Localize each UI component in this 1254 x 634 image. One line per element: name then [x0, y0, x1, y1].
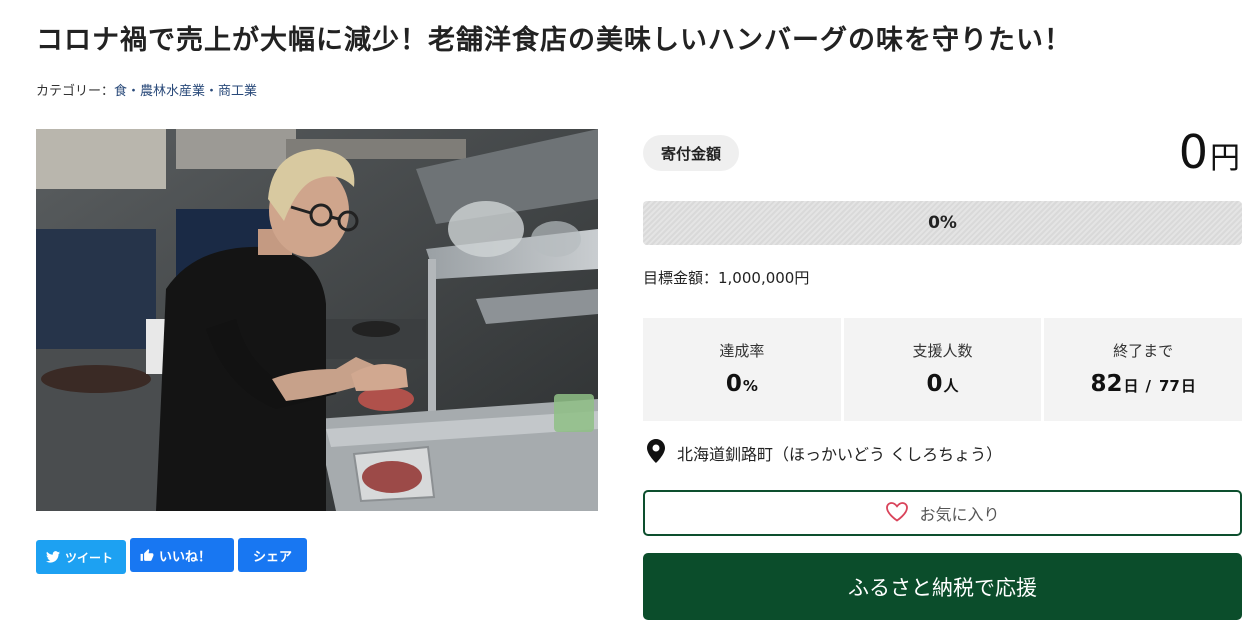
- map-pin-icon: [647, 439, 665, 467]
- remaining-value: 82: [1090, 371, 1123, 397]
- remaining-unit: 日: [1123, 377, 1139, 395]
- tweet-button[interactable]: ツイート: [36, 540, 126, 574]
- like-label: いいね！: [159, 549, 212, 565]
- stat-value: 0人: [926, 371, 958, 397]
- stat-label: 終了まで: [1113, 342, 1174, 360]
- location-text: 北海道釧路町（ほっかいどう くしろちょう）: [677, 445, 1003, 464]
- tweet-label: ツイート: [65, 550, 114, 565]
- supporters-unit: 人: [943, 377, 959, 395]
- category-label: カテゴリー：: [36, 84, 115, 99]
- rate-value: 0: [725, 371, 742, 397]
- support-button[interactable]: ふるさと納税で応援: [643, 553, 1242, 620]
- stat-label: 支援人数: [912, 342, 973, 360]
- stats-grid: 達成率 0% 支援人数 0人 終了まで 82 日/77 日: [643, 318, 1243, 421]
- favorite-button[interactable]: お気に入り: [643, 490, 1242, 536]
- category-links[interactable]: 食・農林水産業・商工業: [114, 84, 257, 99]
- stat-label: 達成率: [719, 342, 765, 360]
- share-button[interactable]: シェア: [238, 538, 307, 572]
- thumbs-up-icon: [140, 548, 154, 562]
- stat-value: 0%: [726, 371, 758, 397]
- supporters-value: 0: [926, 371, 943, 397]
- rate-unit: %: [742, 377, 758, 395]
- donation-panel: 寄付金額 0円 0% 目標金額：1,000,000円 達成率 0% 支援人数 0…: [643, 0, 1243, 634]
- social-share-buttons: ツイート いいね！ シェア: [36, 538, 307, 574]
- stat-value: 82 日/77 日: [1090, 371, 1195, 397]
- project-photo: [36, 129, 598, 511]
- stat-remaining: 終了まで 82 日/77 日: [1044, 318, 1243, 421]
- total-days-unit: 日: [1180, 377, 1196, 395]
- like-button[interactable]: いいね！: [130, 538, 234, 572]
- progress-percent: 0%: [928, 213, 957, 233]
- chef-photo-illustration: [36, 129, 598, 511]
- heart-icon: [885, 501, 909, 526]
- donation-amount: 0円: [1179, 124, 1240, 180]
- location: 北海道釧路町（ほっかいどう くしろちょう）: [647, 439, 1002, 467]
- twitter-bird-icon: [46, 551, 60, 563]
- total-days-value: 77: [1158, 377, 1180, 395]
- donation-amount-unit: 円: [1210, 141, 1240, 176]
- goal-amount: 目標金額：1,000,000円: [643, 269, 810, 287]
- category-line: カテゴリー：食・農林水産業・商工業: [36, 80, 257, 99]
- stat-supporters: 支援人数 0人: [843, 318, 1042, 421]
- support-label: ふるさと納税で応援: [848, 575, 1037, 600]
- stat-achievement-rate: 達成率 0%: [643, 318, 841, 421]
- donation-amount-value: 0: [1178, 125, 1208, 179]
- share-label: シェア: [252, 549, 292, 565]
- favorite-label: お気に入り: [919, 505, 1000, 524]
- amount-label-pill: 寄付金額: [643, 135, 740, 171]
- remaining-separator: /: [1145, 377, 1151, 395]
- progress-bar: 0%: [643, 201, 1242, 245]
